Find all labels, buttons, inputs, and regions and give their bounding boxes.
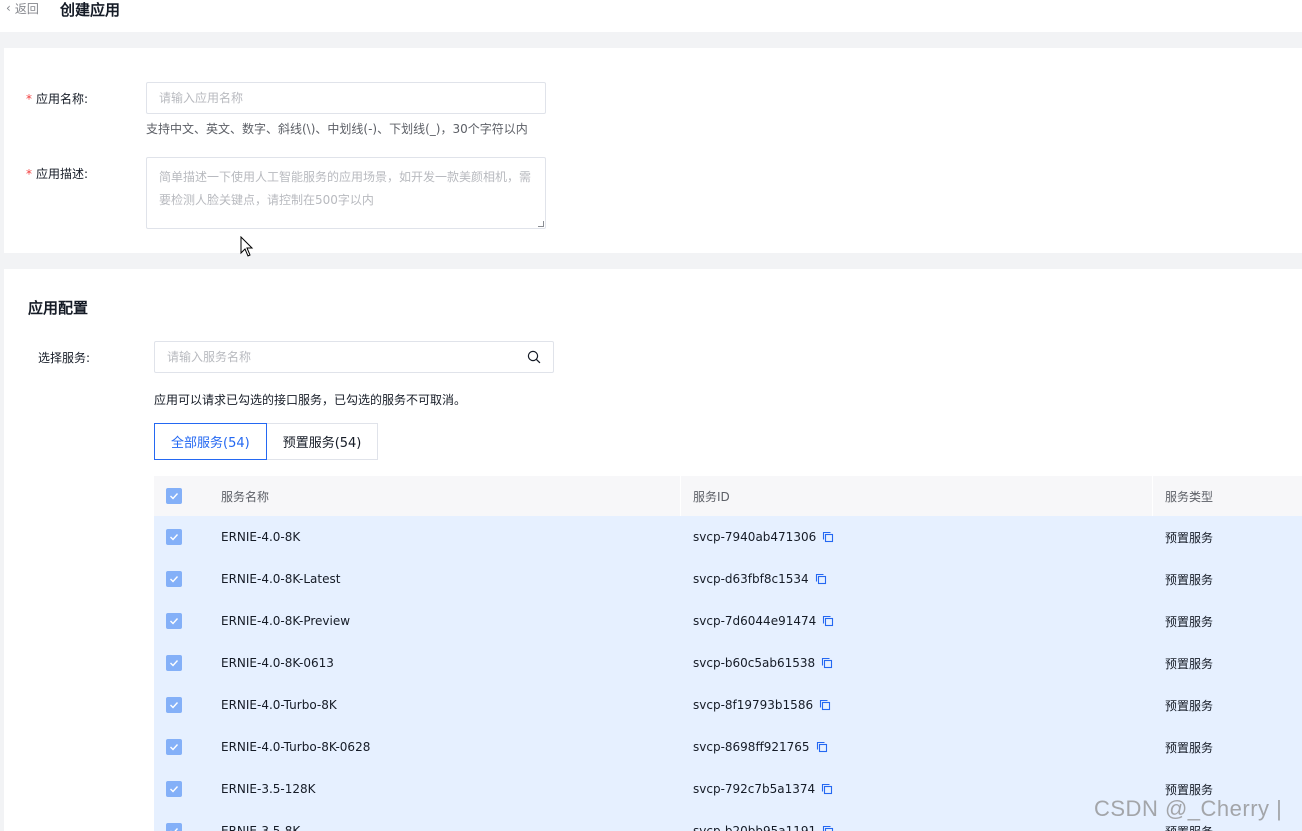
check-icon (170, 744, 179, 751)
check-icon (170, 786, 179, 793)
service-notice: 应用可以请求已勾选的接口服务，已勾选的服务不可取消。 (154, 393, 467, 407)
header-service-name[interactable]: 服务名称 (221, 488, 681, 505)
service-name-cell: ERNIE-4.0-8K-Latest (221, 572, 341, 586)
app-desc-label: * 应用描述: (26, 167, 89, 181)
service-name-cell: ERNIE-4.0-8K-0613 (221, 656, 334, 670)
service-id-text: svcp-7d6044e91474 (693, 614, 817, 628)
table-row[interactable]: ERNIE-4.0-Turbo-8K-0628 svcp-8698ff921765… (154, 726, 1302, 768)
service-name-cell: ERNIE-3.5-8K (221, 824, 301, 831)
row-checkbox[interactable] (166, 529, 182, 545)
service-id-cell: svcp-7940ab471306 (681, 530, 1153, 544)
service-id-text: svcp-8f19793b1586 (693, 698, 814, 712)
service-id-cell: svcp-8698ff921765 (681, 740, 1153, 754)
service-type-cell: 预置服务 (1165, 782, 1214, 797)
row-checkbox[interactable] (166, 781, 182, 797)
table-body: ERNIE-4.0-8K svcp-7940ab471306 预置服务 ERNIE-4… (154, 516, 1302, 831)
required-mark: * (26, 92, 32, 106)
table-row[interactable]: ERNIE-4.0-8K svcp-7940ab471306 预置服务 (154, 516, 1302, 558)
app-config-card: 应用配置 选择服务: 应用可以请求已勾选的接口服务，已勾选的服务不可取消。 全部… (4, 269, 1302, 831)
service-id-cell: svcp-b20bb95a1191 (681, 824, 1153, 831)
service-id-cell: svcp-792c7b5a1374 (681, 782, 1153, 796)
copy-icon[interactable] (822, 615, 834, 627)
copy-icon[interactable] (819, 699, 831, 711)
service-table: 服务名称 服务ID 服务类型 ERNIE-4.0-8K svcp-7940ab47… (154, 476, 1302, 831)
service-id-text: svcp-792c7b5a1374 (693, 782, 816, 796)
service-type-cell: 预置服务 (1165, 656, 1214, 671)
page-title: 创建应用 (60, 1, 121, 19)
chevron-left-icon: ‹ (6, 0, 11, 15)
check-icon (170, 618, 179, 625)
copy-icon[interactable] (821, 783, 833, 795)
service-name-cell: ERNIE-4.0-Turbo-8K (221, 698, 337, 712)
check-icon (170, 576, 179, 583)
service-type-cell: 预置服务 (1165, 698, 1214, 713)
service-id-text: svcp-b20bb95a1191 (693, 824, 817, 831)
service-name-cell: ERNIE-4.0-Turbo-8K-0628 (221, 740, 371, 754)
table-row[interactable]: ERNIE-4.0-8K-0613 svcp-b60c5ab61538 预置服务 (154, 642, 1302, 684)
service-id-text: svcp-d63fbf8c1534 (693, 572, 809, 586)
check-icon (170, 493, 179, 500)
check-icon (170, 534, 179, 541)
copy-icon[interactable] (822, 531, 834, 543)
service-name-cell: ERNIE-4.0-8K (221, 530, 301, 544)
service-id-text: svcp-8698ff921765 (693, 740, 810, 754)
service-id-cell: svcp-d63fbf8c1534 (681, 572, 1153, 586)
resize-handle-icon[interactable] (538, 221, 544, 227)
app-name-hint: 支持中文、英文、数字、斜线(\)、中划线(-)、下划线(_)，30个字符以内 (146, 122, 528, 136)
service-id-cell: svcp-8f19793b1586 (681, 698, 1153, 712)
copy-icon[interactable] (815, 573, 827, 585)
search-icon[interactable] (527, 350, 541, 364)
service-id-text: svcp-b60c5ab61538 (693, 656, 816, 670)
service-type-cell: 预置服务 (1165, 740, 1214, 755)
service-search (154, 341, 554, 373)
service-type-cell: 预置服务 (1165, 530, 1214, 545)
row-checkbox[interactable] (166, 823, 182, 831)
check-icon (170, 828, 179, 831)
row-checkbox[interactable] (166, 697, 182, 713)
row-checkbox[interactable] (166, 655, 182, 671)
page-header: ‹ 返回 创建应用 (0, 0, 1302, 32)
mouse-cursor-icon (240, 236, 254, 257)
header-service-id[interactable]: 服务ID (681, 488, 1153, 505)
copy-icon[interactable] (822, 825, 834, 831)
service-id-text: svcp-7940ab471306 (693, 530, 817, 544)
tab-preset-services[interactable]: 预置服务(54) (266, 423, 379, 460)
table-row[interactable]: ERNIE-4.0-Turbo-8K svcp-8f19793b1586 预置服务 (154, 684, 1302, 726)
copy-icon[interactable] (821, 657, 833, 669)
service-id-cell: svcp-b60c5ab61538 (681, 656, 1153, 670)
app-name-label: * 应用名称: (26, 92, 89, 106)
row-checkbox[interactable] (166, 613, 182, 629)
check-icon (170, 702, 179, 709)
basic-info-card: *应用名称: 支持中文、英文、数字、斜线(\)、中划线(-)、下划线(_)，30… (4, 48, 1302, 257)
table-row[interactable]: ERNIE-4.0-8K-Latest svcp-d63fbf8c1534 预置服务 (154, 558, 1302, 600)
watermark: CSDN @_Cherry | (1094, 796, 1283, 821)
select-all-checkbox[interactable] (166, 488, 182, 504)
copy-icon[interactable] (816, 741, 828, 753)
header-service-type[interactable]: 服务类型 (1153, 488, 1302, 505)
service-id-cell: svcp-7d6044e91474 (681, 614, 1153, 628)
service-type-cell: 预置服务 (1165, 572, 1214, 587)
service-type-cell: 预置服务 (1153, 823, 1302, 831)
row-checkbox[interactable] (166, 571, 182, 587)
check-icon (170, 660, 179, 667)
back-label: 返回 (14, 2, 39, 16)
tab-all-services[interactable]: 全部服务(54) (154, 423, 267, 460)
table-header: 服务名称 服务ID 服务类型 (154, 476, 1302, 516)
service-tabs: 全部服务(54) 预置服务(54) (154, 423, 379, 460)
app-desc-textarea[interactable] (146, 157, 546, 229)
service-name-cell: ERNIE-3.5-128K (221, 782, 316, 796)
create-app-page: ‹ 返回 创建应用 *应用名称: 支持中文、英文、数字、斜线(\)、中划线(-)… (0, 0, 1302, 831)
service-name-cell: ERNIE-4.0-8K-Preview (221, 614, 351, 628)
row-checkbox[interactable] (166, 739, 182, 755)
back-link[interactable]: ‹ 返回 (6, 0, 39, 17)
service-label: 选择服务: (38, 351, 91, 365)
service-search-input[interactable] (155, 342, 515, 372)
section-title: 应用配置 (28, 299, 89, 317)
table-row[interactable]: ERNIE-4.0-8K-Preview svcp-7d6044e91474 预置服… (154, 600, 1302, 642)
service-type-cell: 预置服务 (1165, 614, 1214, 629)
required-mark: * (26, 167, 32, 181)
app-name-input[interactable] (146, 82, 546, 114)
